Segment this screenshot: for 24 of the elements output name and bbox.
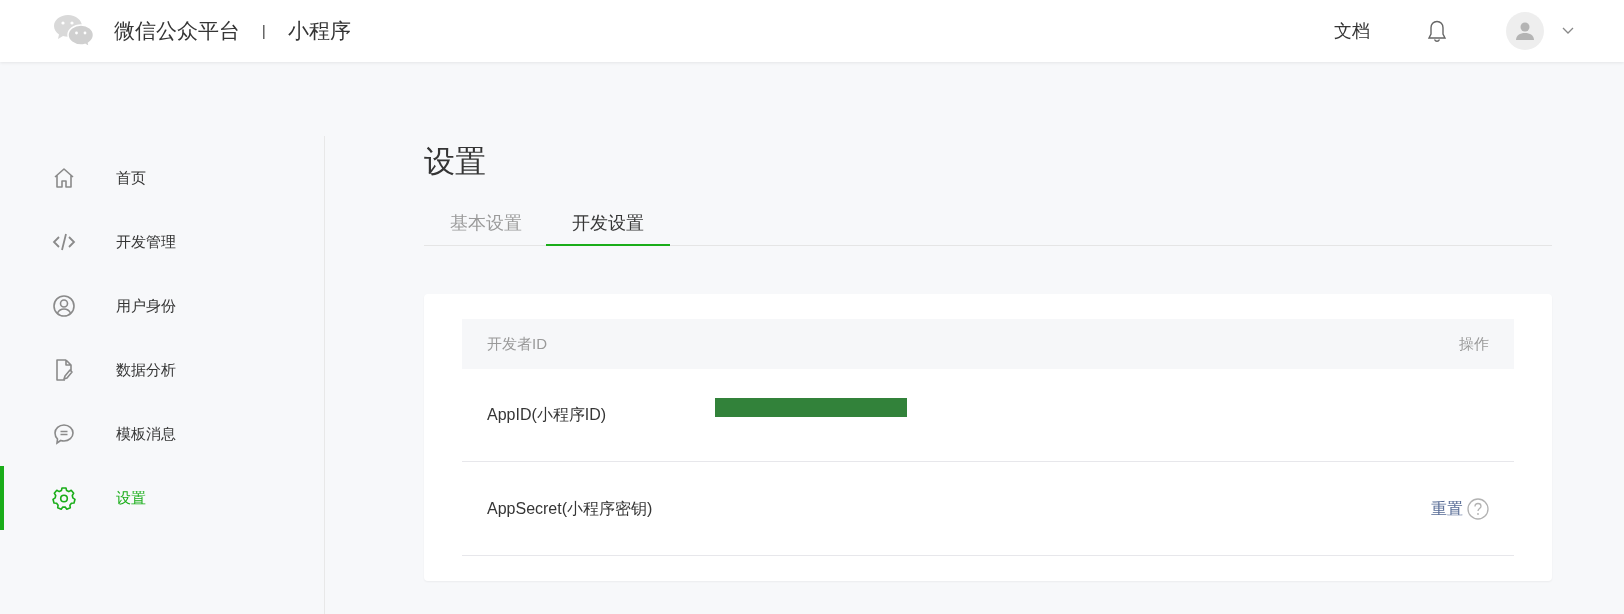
column-header: 开发者ID [487, 333, 547, 354]
sidebar-item[interactable]: 用户身份 [0, 274, 324, 338]
page-title: 设置 [424, 143, 487, 181]
sidebar-item[interactable]: 模板消息 [0, 402, 324, 466]
user-circle-icon [52, 294, 76, 318]
title-separator: | [262, 21, 266, 41]
column-header: 操作 [1459, 333, 1489, 354]
sidebar-item[interactable]: 数据分析 [0, 338, 324, 402]
person-silhouette-icon [1515, 21, 1535, 41]
sidebar-item[interactable]: 首页 [0, 146, 324, 210]
sidebar-item[interactable]: 开发管理 [0, 210, 324, 274]
home-icon [52, 166, 76, 190]
brand-title: 微信公众平台 [114, 18, 240, 45]
docs-link[interactable]: 文档 [1334, 17, 1370, 45]
chat-bubble-icon [52, 422, 76, 446]
table-cell-text: AppID(小程序ID) [487, 405, 608, 425]
table-cell-text: AppSecret(小程序密钥) [487, 498, 654, 519]
bell-icon[interactable] [1426, 19, 1448, 43]
tab[interactable]: 开发设置 [546, 202, 670, 246]
avatar[interactable] [1506, 12, 1544, 50]
product-title: 小程序 [287, 18, 351, 45]
gear-icon [52, 486, 76, 510]
reset-link[interactable]: 重置 [1431, 496, 1463, 521]
chevron-down-icon[interactable] [1562, 27, 1574, 35]
